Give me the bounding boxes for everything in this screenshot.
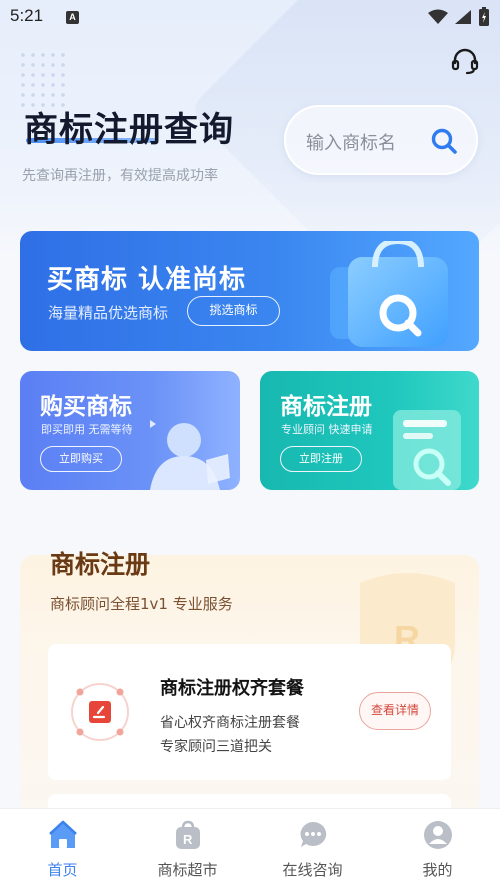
buy-card-subtitle: 即买即用 无需等待 <box>41 423 133 436</box>
buy-trademark-banner[interactable]: 买商标 认准尚标 海量精品优选商标 挑选商标 <box>20 231 479 351</box>
register-card-title: 商标注册 <box>280 394 372 420</box>
nav-online-consult-label: 在线咨询 <box>282 861 343 879</box>
battery-icon <box>479 7 489 26</box>
person-icon <box>150 420 230 490</box>
banner-title: 买商标 认准尚标 <box>47 265 247 295</box>
buy-card-title: 购买商标 <box>40 394 132 420</box>
register-trademark-card[interactable]: 商标注册 专业顾问 快速申请 立即注册 <box>260 371 479 490</box>
status-bar: 5:21 A <box>0 0 500 36</box>
svg-text:R: R <box>183 832 193 847</box>
status-icons <box>428 7 490 27</box>
view-details-button[interactable]: 查看详情 <box>359 692 431 730</box>
bottom-nav: 首页 R 商标超市 在线咨询 我的 <box>0 808 500 888</box>
headset-icon[interactable] <box>450 46 480 76</box>
package-description-2: 专家顾问三道把关 <box>160 739 272 755</box>
nav-trademark-market[interactable]: R 商标超市 <box>125 809 250 888</box>
pick-trademark-button[interactable]: 挑选商标 <box>187 296 280 326</box>
register-now-button[interactable]: 立即注册 <box>280 446 362 472</box>
page-subtitle: 先查询再注册，有效提高成功率 <box>22 168 218 184</box>
nav-mine[interactable]: 我的 <box>375 809 500 888</box>
shopping-bag-icon <box>330 241 448 347</box>
nav-home[interactable]: 首页 <box>0 809 125 888</box>
nav-mine-label: 我的 <box>422 861 453 879</box>
bag-icon: R <box>175 820 200 849</box>
section-subtitle: 商标顾问全程1v1 专业服务 <box>50 595 233 613</box>
banner-subtitle: 海量精品优选商标 <box>48 304 169 322</box>
search-placeholder: 输入商标名 <box>306 133 396 154</box>
app-page: 5:21 A 商标注册查询 先查询再注册，有效提高成功率 输入商标名 买商标 认… <box>0 0 500 888</box>
document-search-icon <box>393 410 461 490</box>
search-icon[interactable] <box>430 127 458 155</box>
package-card[interactable]: 商标注册权齐套餐 省心权齐商标注册套餐 专家顾问三道把关 查看详情 <box>48 644 451 780</box>
user-icon <box>423 821 452 849</box>
status-time: 5:21 <box>10 6 44 25</box>
home-icon <box>48 820 77 848</box>
chat-icon <box>300 821 326 847</box>
dot-pattern-decoration <box>18 50 68 110</box>
signal-icon <box>455 10 471 24</box>
nav-trademark-market-label: 商标超市 <box>157 861 218 879</box>
package-description-1: 省心权齐商标注册套餐 <box>160 715 300 731</box>
buy-trademark-card[interactable]: 购买商标 即买即用 无需等待 立即购买 <box>20 371 240 490</box>
trademark-package-icon <box>71 683 129 741</box>
notification-icon: A <box>66 11 79 24</box>
search-input[interactable]: 输入商标名 <box>284 105 478 175</box>
register-card-subtitle: 专业顾问 快速申请 <box>281 423 373 436</box>
page-title: 商标注册查询 <box>24 110 234 150</box>
buy-now-button[interactable]: 立即购买 <box>40 446 122 472</box>
package-title: 商标注册权齐套餐 <box>160 678 304 699</box>
nav-online-consult[interactable]: 在线咨询 <box>250 809 375 888</box>
wifi-icon <box>428 9 448 24</box>
nav-home-label: 首页 <box>47 861 78 879</box>
section-title: 商标注册 <box>50 550 151 579</box>
